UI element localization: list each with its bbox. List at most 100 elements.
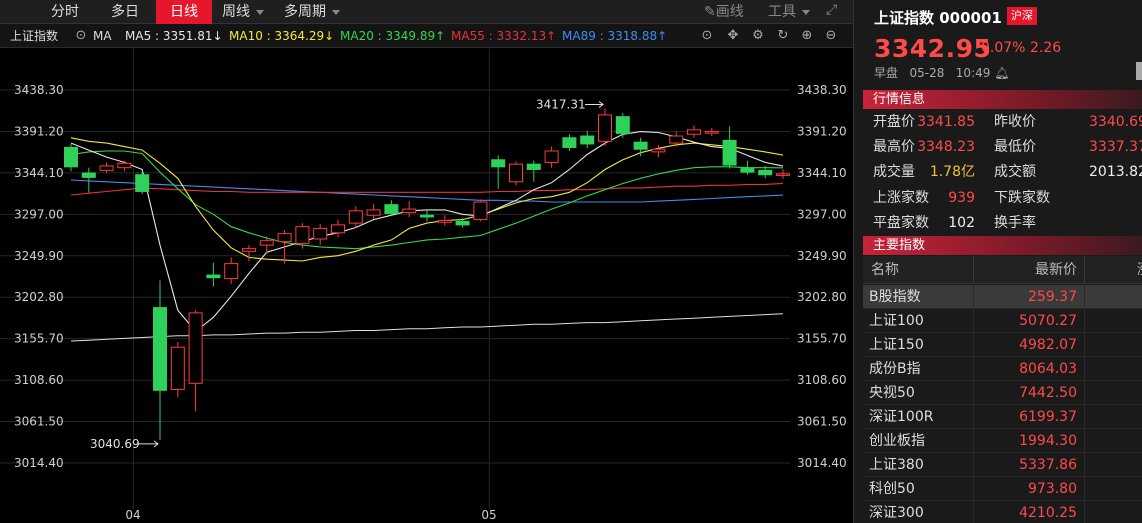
volume-value: 1.78亿 bbox=[929, 164, 975, 180]
candle-up bbox=[313, 227, 328, 240]
ma89-value: MA89 : 3318.88↑ bbox=[562, 29, 668, 43]
y-tick-label-right: 3297.00 bbox=[797, 207, 847, 221]
table-row[interactable]: B股指数 259.37 bbox=[863, 285, 1142, 309]
candle-down bbox=[491, 159, 506, 168]
candle-up bbox=[242, 248, 256, 252]
tools-label: 工具 bbox=[768, 4, 796, 20]
turnover-rate-label: 换手率 bbox=[994, 215, 1036, 231]
security-name: 上证指数 bbox=[874, 9, 935, 27]
col-divider bbox=[1084, 477, 1085, 501]
candle-up bbox=[188, 312, 203, 384]
col-divider bbox=[973, 256, 974, 284]
col-divider bbox=[1084, 429, 1085, 453]
index-price: 259.37 bbox=[1028, 289, 1077, 305]
tab-intraday[interactable]: 分时 bbox=[42, 0, 88, 24]
table-row[interactable]: 央视50 7442.50 bbox=[863, 381, 1142, 405]
index-name: 成份B指 bbox=[869, 361, 921, 377]
candle-up bbox=[776, 173, 790, 176]
gear-icon[interactable]: ⚙ bbox=[751, 29, 765, 43]
bell-icon[interactable]: 🔔︎ bbox=[994, 66, 1009, 80]
chevron-down-circle-icon[interactable]: ⊙ bbox=[74, 29, 88, 43]
minus-circle-icon[interactable]: ⊖ bbox=[824, 29, 838, 43]
col-divider bbox=[1084, 453, 1085, 477]
quote-panel: 上证指数 000001 沪深 3342.95 0.07% 2.26 早盘 05-… bbox=[853, 0, 1142, 523]
x-tick-label: 04 bbox=[125, 508, 140, 522]
high-label: 最高价 bbox=[873, 139, 915, 155]
candle-up bbox=[331, 224, 345, 234]
candle-up bbox=[598, 114, 612, 142]
chevron-down-circle-icon[interactable]: ⊙ bbox=[700, 29, 714, 43]
col-divider bbox=[1084, 501, 1085, 523]
advancers-value: 939 bbox=[948, 190, 975, 206]
table-row[interactable]: 成份B指 8064.03 bbox=[863, 357, 1142, 381]
last-price: 3342.95 bbox=[874, 34, 992, 63]
ma20-value: MA20 : 3349.89↑ bbox=[340, 29, 446, 43]
col-divider bbox=[973, 285, 974, 309]
y-tick-label-right: 3438.30 bbox=[797, 83, 847, 97]
index-price: 4210.25 bbox=[1019, 505, 1077, 521]
ma5-line bbox=[70, 131, 784, 333]
y-tick-label-left: 3297.00 bbox=[14, 207, 64, 221]
plus-circle-icon[interactable]: ⊕ bbox=[800, 29, 814, 43]
table-row[interactable]: 创业板指 1994.30 bbox=[863, 429, 1142, 453]
col-divider bbox=[973, 501, 974, 523]
tab-weekly[interactable]: 周线 bbox=[216, 0, 278, 24]
security-code: 000001 bbox=[939, 9, 1002, 27]
table-row[interactable]: 上证150 4982.07 bbox=[863, 333, 1142, 357]
candle-down bbox=[64, 146, 78, 168]
session-status: 早盘 05-28 10:49 🔔︎ bbox=[874, 64, 1009, 81]
change-percent: 0.07% bbox=[981, 40, 1026, 56]
y-tick-label-left: 3249.90 bbox=[14, 249, 64, 263]
tools-button[interactable]: 工具 bbox=[768, 0, 810, 24]
chevron-down-icon bbox=[332, 9, 340, 15]
prev-close-value: 3340.69 bbox=[1089, 114, 1142, 130]
table-row[interactable]: 深证300 4210.25 bbox=[863, 501, 1142, 523]
y-tick-label-left: 3438.30 bbox=[14, 83, 64, 97]
panel-scroll-handle[interactable] bbox=[1136, 62, 1142, 80]
quote-row-open: 开盘价 3341.85 昨收价 3340.69 bbox=[863, 110, 1142, 135]
index-name: 深证300 bbox=[869, 505, 924, 521]
candle-down bbox=[633, 141, 648, 150]
move-icon[interactable]: ✥ bbox=[726, 29, 740, 43]
col-price-header[interactable]: 最新价 bbox=[1035, 256, 1077, 284]
turnover-value: 2013.82亿 bbox=[1089, 164, 1142, 180]
fullscreen-icon[interactable]: ⤢ bbox=[826, 2, 837, 18]
quote-time: 10:49 bbox=[955, 66, 991, 80]
y-tick-label-right: 3202.80 bbox=[797, 290, 847, 304]
candle-up bbox=[509, 163, 523, 183]
candle-up bbox=[687, 129, 701, 135]
candle-up bbox=[651, 148, 666, 153]
index-name: 上证100 bbox=[869, 313, 924, 329]
refresh-icon[interactable]: ↻ bbox=[776, 29, 790, 43]
volume-label: 成交量 bbox=[873, 164, 915, 180]
prev-close-label: 昨收价 bbox=[994, 114, 1036, 130]
session-label: 早盘 bbox=[874, 66, 899, 80]
candle-up bbox=[544, 150, 559, 163]
tab-multi-period[interactable]: 多周期 bbox=[280, 0, 352, 24]
draw-line-button[interactable]: ✎画线 bbox=[704, 0, 744, 24]
table-row[interactable]: 上证380 5337.86 bbox=[863, 453, 1142, 477]
candle-up bbox=[402, 208, 417, 214]
ma10-value: MA10 : 3364.29↓ bbox=[229, 29, 335, 43]
table-row[interactable]: 上证100 5070.27 bbox=[863, 309, 1142, 333]
kline-svg: 3438.30 3438.30 3391.20 3391.20 3344.10 3344.… bbox=[0, 49, 847, 522]
ma5-value: MA5 : 3351.81↓ bbox=[125, 29, 223, 43]
col-divider bbox=[973, 357, 974, 381]
high-value: 3348.23 bbox=[917, 139, 975, 155]
col-divider bbox=[1084, 381, 1085, 405]
tab-multi-period-label: 多周期 bbox=[284, 4, 326, 20]
high-price-annotation: 3417.31 bbox=[536, 97, 586, 111]
quote-row-unchanged: 平盘家数 102 换手率 bbox=[863, 211, 1142, 236]
candle-down bbox=[740, 168, 755, 173]
tab-daily[interactable]: 日线 bbox=[156, 0, 212, 24]
kline-chart[interactable]: 3438.30 3438.30 3391.20 3391.20 3344.10 3344.… bbox=[0, 49, 853, 523]
table-row[interactable]: 科创50 973.80 bbox=[863, 477, 1142, 501]
table-row[interactable]: 深证100R 6199.37 bbox=[863, 405, 1142, 429]
col-name-header[interactable]: 名称 bbox=[871, 256, 899, 284]
y-tick-label-left: 3344.10 bbox=[14, 166, 64, 180]
indices-table-header: 名称 最新价 涨跌 bbox=[863, 256, 1142, 306]
chevron-down-icon bbox=[802, 9, 810, 15]
col-divider bbox=[973, 333, 974, 357]
col-divider bbox=[973, 429, 974, 453]
tab-multi-day[interactable]: 多日 bbox=[102, 0, 148, 24]
